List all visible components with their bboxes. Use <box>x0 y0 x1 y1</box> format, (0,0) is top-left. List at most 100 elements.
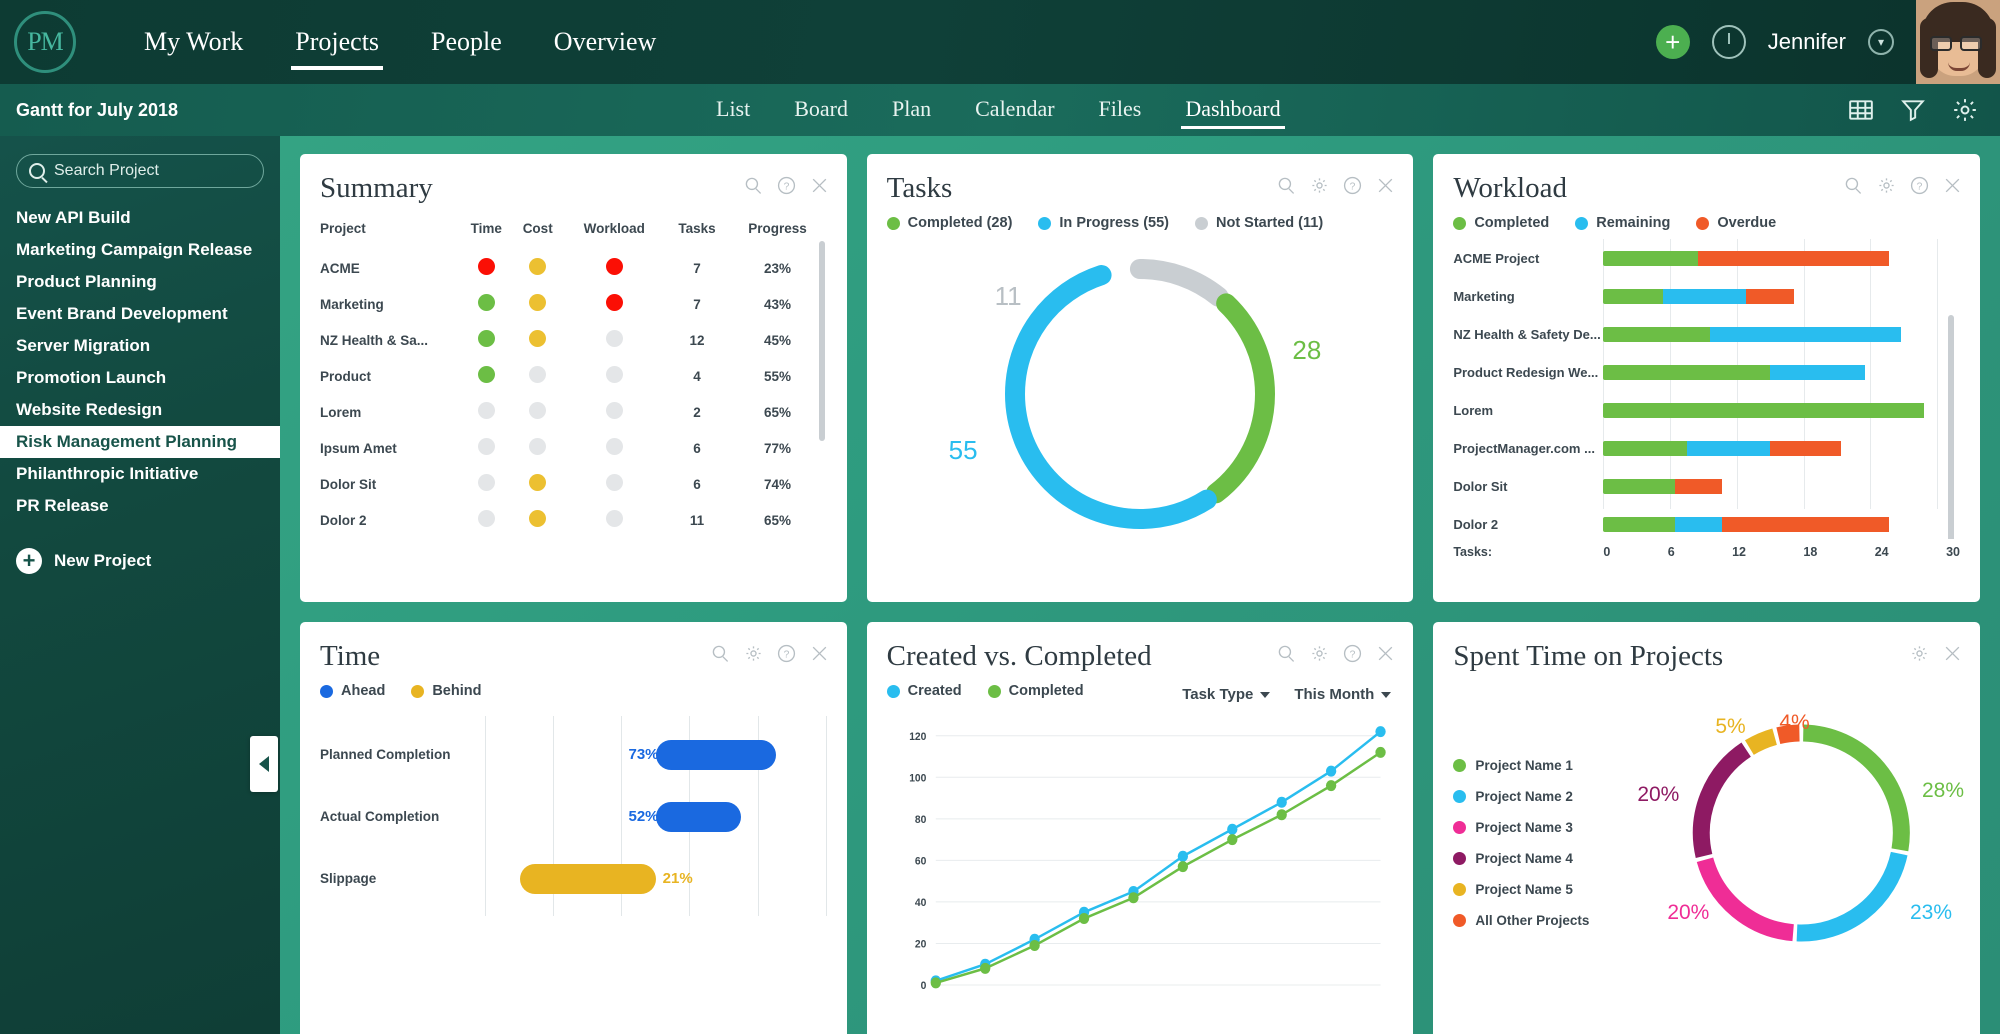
workload-axis-ticks: 0612182430 <box>1603 545 1960 559</box>
search-project-box[interactable]: Search Project <box>16 154 264 188</box>
gear-icon[interactable] <box>1877 176 1896 195</box>
search-placeholder-text: Search Project <box>54 162 159 180</box>
nav-link-projects[interactable]: Projects <box>269 0 405 84</box>
close-icon[interactable] <box>1943 176 1962 195</box>
nav-link-my-work[interactable]: My Work <box>118 0 269 84</box>
search-icon[interactable] <box>1277 644 1296 663</box>
table-row[interactable]: NZ Health & Sa...1245% <box>320 322 827 358</box>
tab-files[interactable]: Files <box>1077 84 1164 136</box>
legend-label-created: Created <box>908 683 962 699</box>
nav-link-overview[interactable]: Overview <box>528 0 683 84</box>
table-row[interactable]: Ipsum Amet677% <box>320 430 827 466</box>
tab-plan[interactable]: Plan <box>870 84 953 136</box>
search-icon[interactable] <box>1277 176 1296 195</box>
period-dropdown[interactable]: This Month <box>1294 686 1391 703</box>
gear-icon[interactable] <box>1952 97 1978 123</box>
sidebar-item-marketing-campaign-release[interactable]: Marketing Campaign Release <box>0 234 280 266</box>
sidebar-item-event-brand-development[interactable]: Event Brand Development <box>0 298 280 330</box>
table-row[interactable]: Dolor Sit674% <box>320 466 827 502</box>
workload-bar <box>1603 289 1960 304</box>
grid-view-icon[interactable] <box>1848 97 1874 123</box>
cell-tasks: 6 <box>666 466 729 502</box>
table-row[interactable]: Marketing743% <box>320 286 827 322</box>
workload-bar <box>1603 517 1960 532</box>
sidebar-collapse-button[interactable] <box>250 736 278 792</box>
filter-icon[interactable] <box>1900 97 1926 123</box>
sidebar-item-promotion-launch[interactable]: Promotion Launch <box>0 362 280 394</box>
summary-scrollbar[interactable] <box>819 241 825 441</box>
new-project-label: New Project <box>54 551 151 571</box>
cell-cost <box>513 430 563 466</box>
gear-icon[interactable] <box>1910 644 1929 663</box>
close-icon[interactable] <box>810 644 829 663</box>
cell-time <box>460 358 513 394</box>
table-row[interactable]: Product455% <box>320 358 827 394</box>
close-icon[interactable] <box>810 176 829 195</box>
chevron-down-icon <box>1381 692 1391 698</box>
table-row[interactable]: Lorem265% <box>320 394 827 430</box>
svg-text:80: 80 <box>915 814 927 826</box>
gear-icon[interactable] <box>1310 644 1329 663</box>
add-icon[interactable]: + <box>1656 25 1690 59</box>
summary-table-scroll[interactable]: Project Time Cost Workload Tasks Progres… <box>320 215 827 535</box>
tab-dashboard[interactable]: Dashboard <box>1163 84 1302 136</box>
workload-seg-completed <box>1603 479 1674 494</box>
column-time: Time <box>460 215 513 250</box>
app-logo[interactable]: PM <box>14 11 76 73</box>
workload-seg-remaining <box>1675 517 1723 532</box>
table-row[interactable]: Dolor 21165% <box>320 502 827 535</box>
cell-tasks: 7 <box>666 250 729 286</box>
workload-row: NZ Health & Safety De... <box>1453 315 1960 353</box>
cell-project: Dolor Sit <box>320 466 460 502</box>
help-icon[interactable]: ? <box>1343 176 1362 195</box>
table-row[interactable]: ACME723% <box>320 250 827 286</box>
tab-calendar[interactable]: Calendar <box>953 84 1076 136</box>
legend-item-remaining: Remaining <box>1575 215 1670 231</box>
sidebar-item-philanthropic-initiative[interactable]: Philanthropic Initiative <box>0 458 280 490</box>
sidebar-item-website-redesign[interactable]: Website Redesign <box>0 394 280 426</box>
legend-item-completed: Completed <box>988 683 1084 699</box>
cell-tasks: 6 <box>666 430 729 466</box>
help-icon[interactable]: ? <box>1910 176 1929 195</box>
svg-text:120: 120 <box>909 730 926 742</box>
cell-workload <box>563 394 666 430</box>
status-dot-workload <box>606 510 623 527</box>
gear-icon[interactable] <box>1310 176 1329 195</box>
legend-label: Project Name 4 <box>1475 851 1573 866</box>
workload-row-label: Dolor Sit <box>1453 479 1603 494</box>
user-name-label[interactable]: Jennifer <box>1768 29 1846 55</box>
task-type-dropdown[interactable]: Task Type <box>1182 686 1270 703</box>
workload-scrollbar[interactable] <box>1948 315 1954 539</box>
close-icon[interactable] <box>1943 644 1962 663</box>
cell-workload <box>563 430 666 466</box>
search-icon[interactable] <box>744 176 763 195</box>
nav-link-people[interactable]: People <box>405 0 528 84</box>
sidebar-item-new-api-build[interactable]: New API Build <box>0 202 280 234</box>
sidebar-item-product-planning[interactable]: Product Planning <box>0 266 280 298</box>
cell-progress: 65% <box>728 502 826 535</box>
search-icon[interactable] <box>1844 176 1863 195</box>
tab-board[interactable]: Board <box>772 84 870 136</box>
help-icon[interactable]: ? <box>1343 644 1362 663</box>
legend-label-ahead: Ahead <box>341 683 385 699</box>
sidebar-item-pr-release[interactable]: PR Release <box>0 490 280 522</box>
timer-icon[interactable] <box>1712 25 1746 59</box>
cell-project: NZ Health & Sa... <box>320 322 460 358</box>
chevron-down-icon[interactable]: ▾ <box>1868 29 1894 55</box>
cell-progress: 43% <box>728 286 826 322</box>
gear-icon[interactable] <box>744 644 763 663</box>
time-value: 73% <box>628 746 658 763</box>
help-icon[interactable]: ? <box>777 176 796 195</box>
sidebar-item-server-migration[interactable]: Server Migration <box>0 330 280 362</box>
legend-item: Project Name 2 <box>1453 789 1643 804</box>
tab-list[interactable]: List <box>694 84 772 136</box>
spent-time-donut-svg <box>1643 693 1960 973</box>
new-project-button[interactable]: + New Project <box>0 548 280 574</box>
close-icon[interactable] <box>1376 644 1395 663</box>
avatar[interactable] <box>1916 0 2000 84</box>
donut-label-not-started: 11 <box>995 281 1022 312</box>
sidebar-item-risk-management-planning[interactable]: Risk Management Planning <box>0 426 280 458</box>
close-icon[interactable] <box>1376 176 1395 195</box>
help-icon[interactable]: ? <box>777 644 796 663</box>
search-icon[interactable] <box>711 644 730 663</box>
